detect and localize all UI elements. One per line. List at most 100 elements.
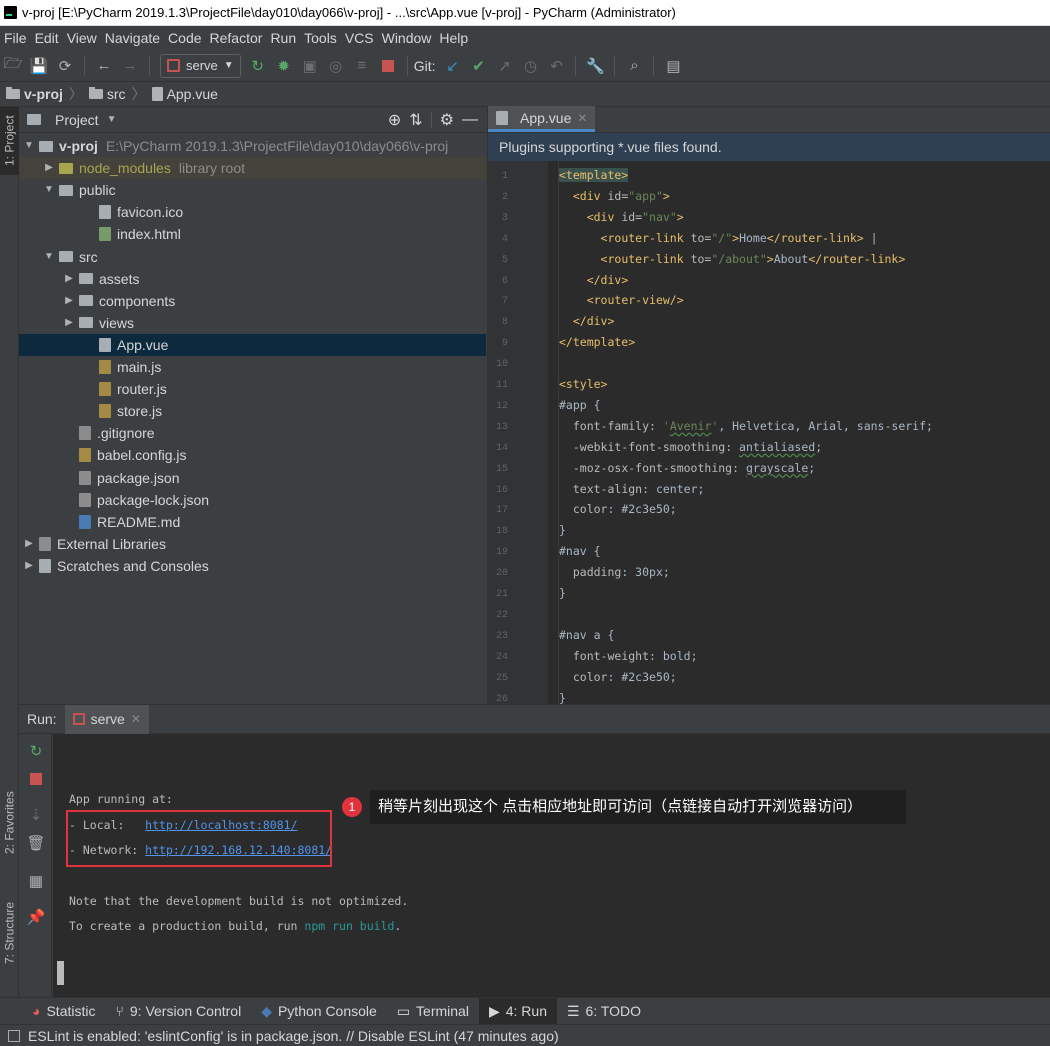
pin-icon[interactable]: 📌 <box>23 904 49 930</box>
menu-code[interactable]: Code <box>164 30 205 46</box>
statistic-icon: ◕ <box>32 1003 41 1019</box>
chevron-right-icon[interactable]: ▶ <box>23 533 35 555</box>
chevron-right-icon[interactable]: ▶ <box>43 157 55 179</box>
debug-bug-icon[interactable]: ✹ <box>271 53 297 79</box>
sort-icon[interactable]: ⇣ <box>23 802 49 828</box>
toolbar-divider <box>149 55 150 76</box>
menu-file[interactable]: File <box>0 30 31 46</box>
coverage-icon[interactable]: ▣ <box>297 53 323 79</box>
chevron-right-icon[interactable]: ▶ <box>23 555 35 577</box>
chevron-down-icon[interactable]: ▼ <box>43 179 55 201</box>
minimize-icon[interactable]: — <box>462 111 478 129</box>
chevron-down-icon[interactable]: ▼ <box>23 135 35 157</box>
menu-window[interactable]: Window <box>378 30 436 46</box>
structure-side-tab[interactable]: 7: Structure <box>0 893 19 973</box>
chevron-down-icon[interactable]: ▼ <box>107 114 117 125</box>
tree-item[interactable]: main.js <box>19 356 486 378</box>
close-icon[interactable]: ✕ <box>131 712 141 726</box>
tree-item[interactable]: ▼ src <box>19 246 486 268</box>
folder-icon <box>59 162 73 174</box>
layout-icon[interactable]: ▦ <box>23 868 49 894</box>
chevron-right-icon[interactable]: ▶ <box>63 290 75 312</box>
stop-icon[interactable] <box>23 766 49 792</box>
tree-item-label: package.json <box>97 469 180 486</box>
save-icon[interactable]: 💾 <box>26 53 52 79</box>
git-push-icon[interactable]: ↗ <box>491 53 517 79</box>
breadcrumb-project[interactable]: v-proj <box>6 86 63 102</box>
menu-view[interactable]: View <box>63 30 101 46</box>
chevron-right-icon[interactable]: ▶ <box>63 268 75 290</box>
tree-item[interactable]: README.md <box>19 511 486 533</box>
tree-item[interactable]: ▶ node_modules library root <box>19 157 486 180</box>
status-message[interactable]: ESLint is enabled: 'eslintConfig' is in … <box>28 1028 559 1044</box>
git-rollback-icon[interactable]: ↶ <box>543 53 569 79</box>
tree-item[interactable]: ▶ External Libraries <box>19 533 486 555</box>
tree-item-label: Scratches and Consoles <box>57 557 209 574</box>
profile-icon[interactable]: ◎ <box>323 53 349 79</box>
tab-todo[interactable]: ☰ 6: TODO <box>557 998 651 1025</box>
toolbar-divider <box>406 55 408 76</box>
sync-icon[interactable]: ⟳ <box>52 53 78 79</box>
tree-item[interactable]: ▶ assets <box>19 268 486 290</box>
tree-item[interactable]: .gitignore <box>19 422 486 444</box>
status-square-icon[interactable] <box>8 1029 20 1042</box>
tab-run[interactable]: ▶ 4: Run <box>478 997 557 1025</box>
plugin-notification-banner: Plugins supporting *.vue files found. <box>488 133 1050 161</box>
tab-version-control[interactable]: ⑂ 9: Version Control <box>105 998 251 1025</box>
git-update-icon[interactable]: ↙ <box>439 53 465 79</box>
concurrency-icon[interactable]: ≡ <box>349 53 375 79</box>
tree-item[interactable]: ▶ Scratches and Consoles <box>19 555 486 577</box>
stop-icon[interactable] <box>375 53 401 79</box>
presentation-icon[interactable]: ▤ <box>660 53 686 79</box>
tree-item[interactable]: babel.config.js <box>19 444 486 466</box>
tree-item[interactable]: ▶ components <box>19 290 486 312</box>
tab-statistic[interactable]: ◕ Statistic <box>22 998 105 1025</box>
gear-icon[interactable]: ⚙ <box>440 110 454 130</box>
rerun-icon[interactable]: ↻ <box>23 738 49 764</box>
wrench-icon[interactable]: 🔧 <box>582 53 608 79</box>
menu-run[interactable]: Run <box>266 30 300 46</box>
line-number: 24 <box>495 651 508 663</box>
code-line: color: #2c3e50; <box>572 669 677 684</box>
tab-terminal[interactable]: ▭ Terminal <box>387 998 479 1025</box>
forward-icon[interactable]: → <box>117 53 143 79</box>
tree-item[interactable]: ▼ public <box>19 179 486 201</box>
project-side-tab[interactable]: 1: Project <box>0 107 19 175</box>
git-history-icon[interactable]: ◷ <box>517 53 543 79</box>
tree-item[interactable]: ▼ v-proj E:\PyCharm 2019.1.3\ProjectFile\d… <box>19 135 486 157</box>
menu-bar: File Edit View Navigate Code Refactor Ru… <box>0 26 1050 50</box>
rerun-icon[interactable]: ↻ <box>245 53 271 79</box>
tree-item[interactable]: package.json <box>19 467 486 489</box>
back-icon[interactable]: ← <box>91 53 117 79</box>
tab-app-vue[interactable]: App.vue ✕ <box>488 106 596 132</box>
chevron-down-icon[interactable]: ▼ <box>43 246 55 268</box>
locate-icon[interactable]: ⊕ <box>388 110 401 130</box>
close-icon[interactable]: ✕ <box>577 111 587 125</box>
favorites-side-tab[interactable]: 2: Favorites <box>0 783 19 863</box>
trash-icon[interactable]: 🗑 <box>23 830 49 856</box>
run-configuration-select[interactable]: serve ▼ <box>160 53 241 78</box>
menu-edit[interactable]: Edit <box>31 30 63 46</box>
tree-item[interactable]: package-lock.json <box>19 489 486 511</box>
menu-tools[interactable]: Tools <box>300 30 341 46</box>
tree-item[interactable]: ▶ views <box>19 312 486 334</box>
tree-item[interactable]: store.js <box>19 400 486 422</box>
tree-item[interactable]: index.html <box>19 223 486 245</box>
git-commit-icon[interactable]: ✔ <box>465 53 491 79</box>
tree-item[interactable]: favicon.ico <box>19 201 486 223</box>
menu-refactor[interactable]: Refactor <box>206 30 267 46</box>
menu-vcs[interactable]: VCS <box>341 30 378 46</box>
tree-item[interactable]: router.js <box>19 378 486 400</box>
collapse-all-icon[interactable]: ⇅ <box>409 110 422 130</box>
menu-navigate[interactable]: Navigate <box>101 30 164 46</box>
search-icon[interactable]: ⌕ <box>621 53 647 79</box>
project-view-select[interactable]: Project <box>55 112 99 128</box>
tree-item[interactable]: App.vue <box>19 333 486 356</box>
menu-help[interactable]: Help <box>435 30 472 46</box>
chevron-right-icon[interactable]: ▶ <box>63 312 75 334</box>
breadcrumb-src[interactable]: src <box>88 86 126 102</box>
run-tab-serve[interactable]: serve ✕ <box>64 704 149 734</box>
open-folder-icon[interactable]: 🗁 <box>0 53 26 79</box>
tab-python-console[interactable]: ◆ Python Console <box>251 998 387 1025</box>
breadcrumb-file[interactable]: App.vue <box>151 86 218 102</box>
